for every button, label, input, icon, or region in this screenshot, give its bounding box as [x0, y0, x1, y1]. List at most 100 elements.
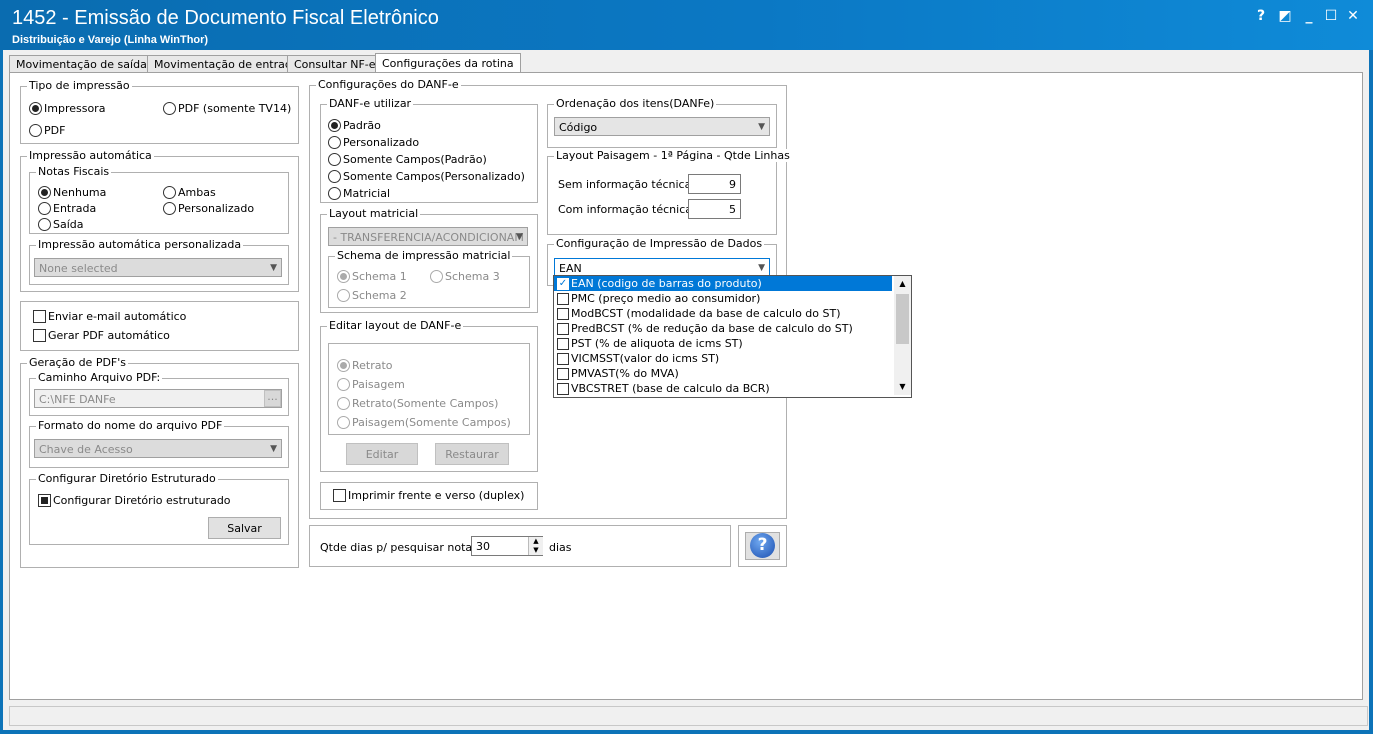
- spin-up-icon[interactable]: ▲: [529, 537, 543, 546]
- ordenacao-legend: Ordenação dos itens(DANFe): [554, 97, 717, 110]
- list-item-checkbox[interactable]: [557, 293, 569, 305]
- personalizada-legend: Impressão automática personalizada: [36, 238, 244, 251]
- help-icon[interactable]: ?: [1252, 8, 1270, 24]
- radio-matricial[interactable]: [328, 187, 341, 200]
- diretorio-group: Configurar Diretório Estruturado Configu…: [29, 472, 289, 545]
- schema-group: Schema de impressão matricial Schema 1 S…: [328, 249, 530, 308]
- gerar-pdf-label: Gerar PDF automático: [48, 329, 170, 342]
- radio-entrada-label: Entrada: [53, 202, 97, 215]
- radio-matricial-label: Matricial: [343, 187, 391, 200]
- list-item-label: EAN (codigo de barras do produto): [571, 277, 762, 290]
- list-item-label: VBCSTRET (base de calculo da BCR): [571, 382, 770, 395]
- caminho-input[interactable]: C:\NFE DANFe: [34, 389, 282, 408]
- com-info-input[interactable]: 5: [688, 199, 741, 219]
- radio-padrao[interactable]: [328, 119, 341, 132]
- notas-fiscais-group: Notas Fiscais Nenhuma Ambas Entrada Pers…: [29, 165, 289, 234]
- radio-somente-personalizado[interactable]: [328, 170, 341, 183]
- list-item-checkbox[interactable]: [557, 383, 569, 395]
- radio-saida[interactable]: [38, 218, 51, 231]
- radio-nenhuma-label: Nenhuma: [53, 186, 107, 199]
- list-item[interactable]: PredBCST (% de redução da base de calcul…: [554, 321, 892, 336]
- diretorio-checkbox[interactable]: [38, 494, 51, 507]
- radio-personalizado[interactable]: [163, 202, 176, 215]
- close-button[interactable]: ✕: [1344, 8, 1362, 24]
- caminho-group: Caminho Arquivo PDF: C:\NFE DANFe ...: [29, 371, 289, 416]
- email-group: Enviar e-mail automático Gerar PDF autom…: [20, 301, 299, 351]
- radio-paisagem-somente[interactable]: [337, 416, 350, 429]
- radio-danfe-personalizado[interactable]: [328, 136, 341, 149]
- layout-matricial-value: - TRANSFERENCIA/ACONDICIONAM: [333, 231, 524, 244]
- list-item-checkbox[interactable]: [557, 338, 569, 350]
- radio-somente-padrao[interactable]: [328, 153, 341, 166]
- radio-schema1[interactable]: [337, 270, 350, 283]
- tab-configuracoes-rotina[interactable]: Configurações da rotina: [375, 53, 521, 74]
- scroll-down-icon[interactable]: ▼: [894, 379, 911, 395]
- toggle-icon[interactable]: ◩: [1276, 8, 1294, 24]
- list-item[interactable]: ✓ EAN (codigo de barras do produto): [554, 276, 892, 291]
- personalizada-select[interactable]: None selected ▼: [34, 258, 282, 277]
- radio-paisagem-label: Paisagem: [352, 378, 405, 391]
- sem-info-input[interactable]: 9: [688, 174, 741, 194]
- geracao-pdf-group: Geração de PDF's Caminho Arquivo PDF: C:…: [20, 356, 299, 568]
- qtde-dias-spinner[interactable]: ▲ ▼: [528, 537, 543, 555]
- dropdown-scrollbar[interactable]: ▲ ▼: [894, 276, 911, 395]
- list-item[interactable]: VBCSTRET (base de calculo da BCR): [554, 381, 892, 396]
- editar-button[interactable]: Editar: [346, 443, 418, 465]
- minimize-button[interactable]: _: [1300, 8, 1318, 24]
- formato-value: Chave de Acesso: [39, 443, 133, 456]
- radio-somente-personalizado-label: Somente Campos(Personalizado): [343, 170, 525, 183]
- radio-schema3[interactable]: [430, 270, 443, 283]
- radio-pdf-tv14[interactable]: [163, 102, 176, 115]
- list-item[interactable]: ModBCST (modalidade da base de calculo d…: [554, 306, 892, 321]
- list-item[interactable]: VICMSST(valor do icms ST): [554, 351, 892, 366]
- radio-pdf[interactable]: [29, 124, 42, 137]
- radio-ambas[interactable]: [163, 186, 176, 199]
- enviar-email-checkbox[interactable]: [33, 310, 46, 323]
- gerar-pdf-checkbox[interactable]: [33, 329, 46, 342]
- list-item-checkbox[interactable]: [557, 368, 569, 380]
- caminho-legend: Caminho Arquivo PDF:: [36, 371, 163, 384]
- list-item-label: PredBCST (% de redução da base de calcul…: [571, 322, 853, 335]
- salvar-button[interactable]: Salvar: [208, 517, 281, 539]
- layout-matricial-select[interactable]: - TRANSFERENCIA/ACONDICIONAM ▼: [328, 227, 528, 246]
- browse-button[interactable]: ...: [264, 390, 281, 407]
- tab-movimentacao-entrada[interactable]: Movimentação de entrada: [147, 55, 306, 73]
- list-item-checkbox[interactable]: [557, 323, 569, 335]
- list-item-checkbox[interactable]: [557, 308, 569, 320]
- radio-nenhuma[interactable]: [38, 186, 51, 199]
- chevron-down-icon: ▼: [270, 444, 277, 454]
- config-impressao-value: EAN: [559, 262, 582, 275]
- diretorio-legend: Configurar Diretório Estruturado: [36, 472, 218, 485]
- list-item-label: VICMSST(valor do icms ST): [571, 352, 720, 365]
- radio-retrato[interactable]: [337, 359, 350, 372]
- tab-consultar-nfe[interactable]: Consultar NF-e: [287, 55, 383, 73]
- editar-layout-group: Editar layout de DANF-e Retrato Paisagem…: [320, 319, 538, 472]
- help-button[interactable]: ?: [745, 532, 780, 560]
- radio-paisagem[interactable]: [337, 378, 350, 391]
- check-icon[interactable]: ✓: [557, 278, 569, 290]
- list-item-checkbox[interactable]: [557, 353, 569, 365]
- tab-movimentacao-saida[interactable]: Movimentação de saída: [9, 55, 154, 73]
- scroll-thumb[interactable]: [896, 294, 909, 344]
- radio-retrato-somente[interactable]: [337, 397, 350, 410]
- radio-pdf-label: PDF: [44, 124, 66, 137]
- ordenacao-select[interactable]: Código ▼: [554, 117, 770, 136]
- radio-schema2[interactable]: [337, 289, 350, 302]
- scroll-up-icon[interactable]: ▲: [894, 276, 911, 292]
- geracao-pdf-legend: Geração de PDF's: [27, 356, 129, 369]
- spin-down-icon[interactable]: ▼: [529, 546, 543, 555]
- question-icon: ?: [750, 533, 775, 558]
- list-item[interactable]: PMC (preço medio ao consumidor): [554, 291, 892, 306]
- radio-schema2-label: Schema 2: [352, 289, 407, 302]
- duplex-checkbox[interactable]: [333, 489, 346, 502]
- list-item[interactable]: PMVAST(% do MVA): [554, 366, 892, 381]
- radio-entrada[interactable]: [38, 202, 51, 215]
- layout-matricial-group: Layout matricial - TRANSFERENCIA/ACONDIC…: [320, 207, 538, 313]
- config-impressao-dropdown[interactable]: ✓ EAN (codigo de barras do produto) PMC …: [553, 275, 912, 398]
- formato-select[interactable]: Chave de Acesso ▼: [34, 439, 282, 458]
- maximize-button[interactable]: ☐: [1322, 8, 1340, 24]
- list-item[interactable]: PST (% de aliquota de icms ST): [554, 336, 892, 351]
- status-bar: [9, 706, 1368, 726]
- radio-impressora[interactable]: [29, 102, 42, 115]
- restaurar-button[interactable]: Restaurar: [435, 443, 509, 465]
